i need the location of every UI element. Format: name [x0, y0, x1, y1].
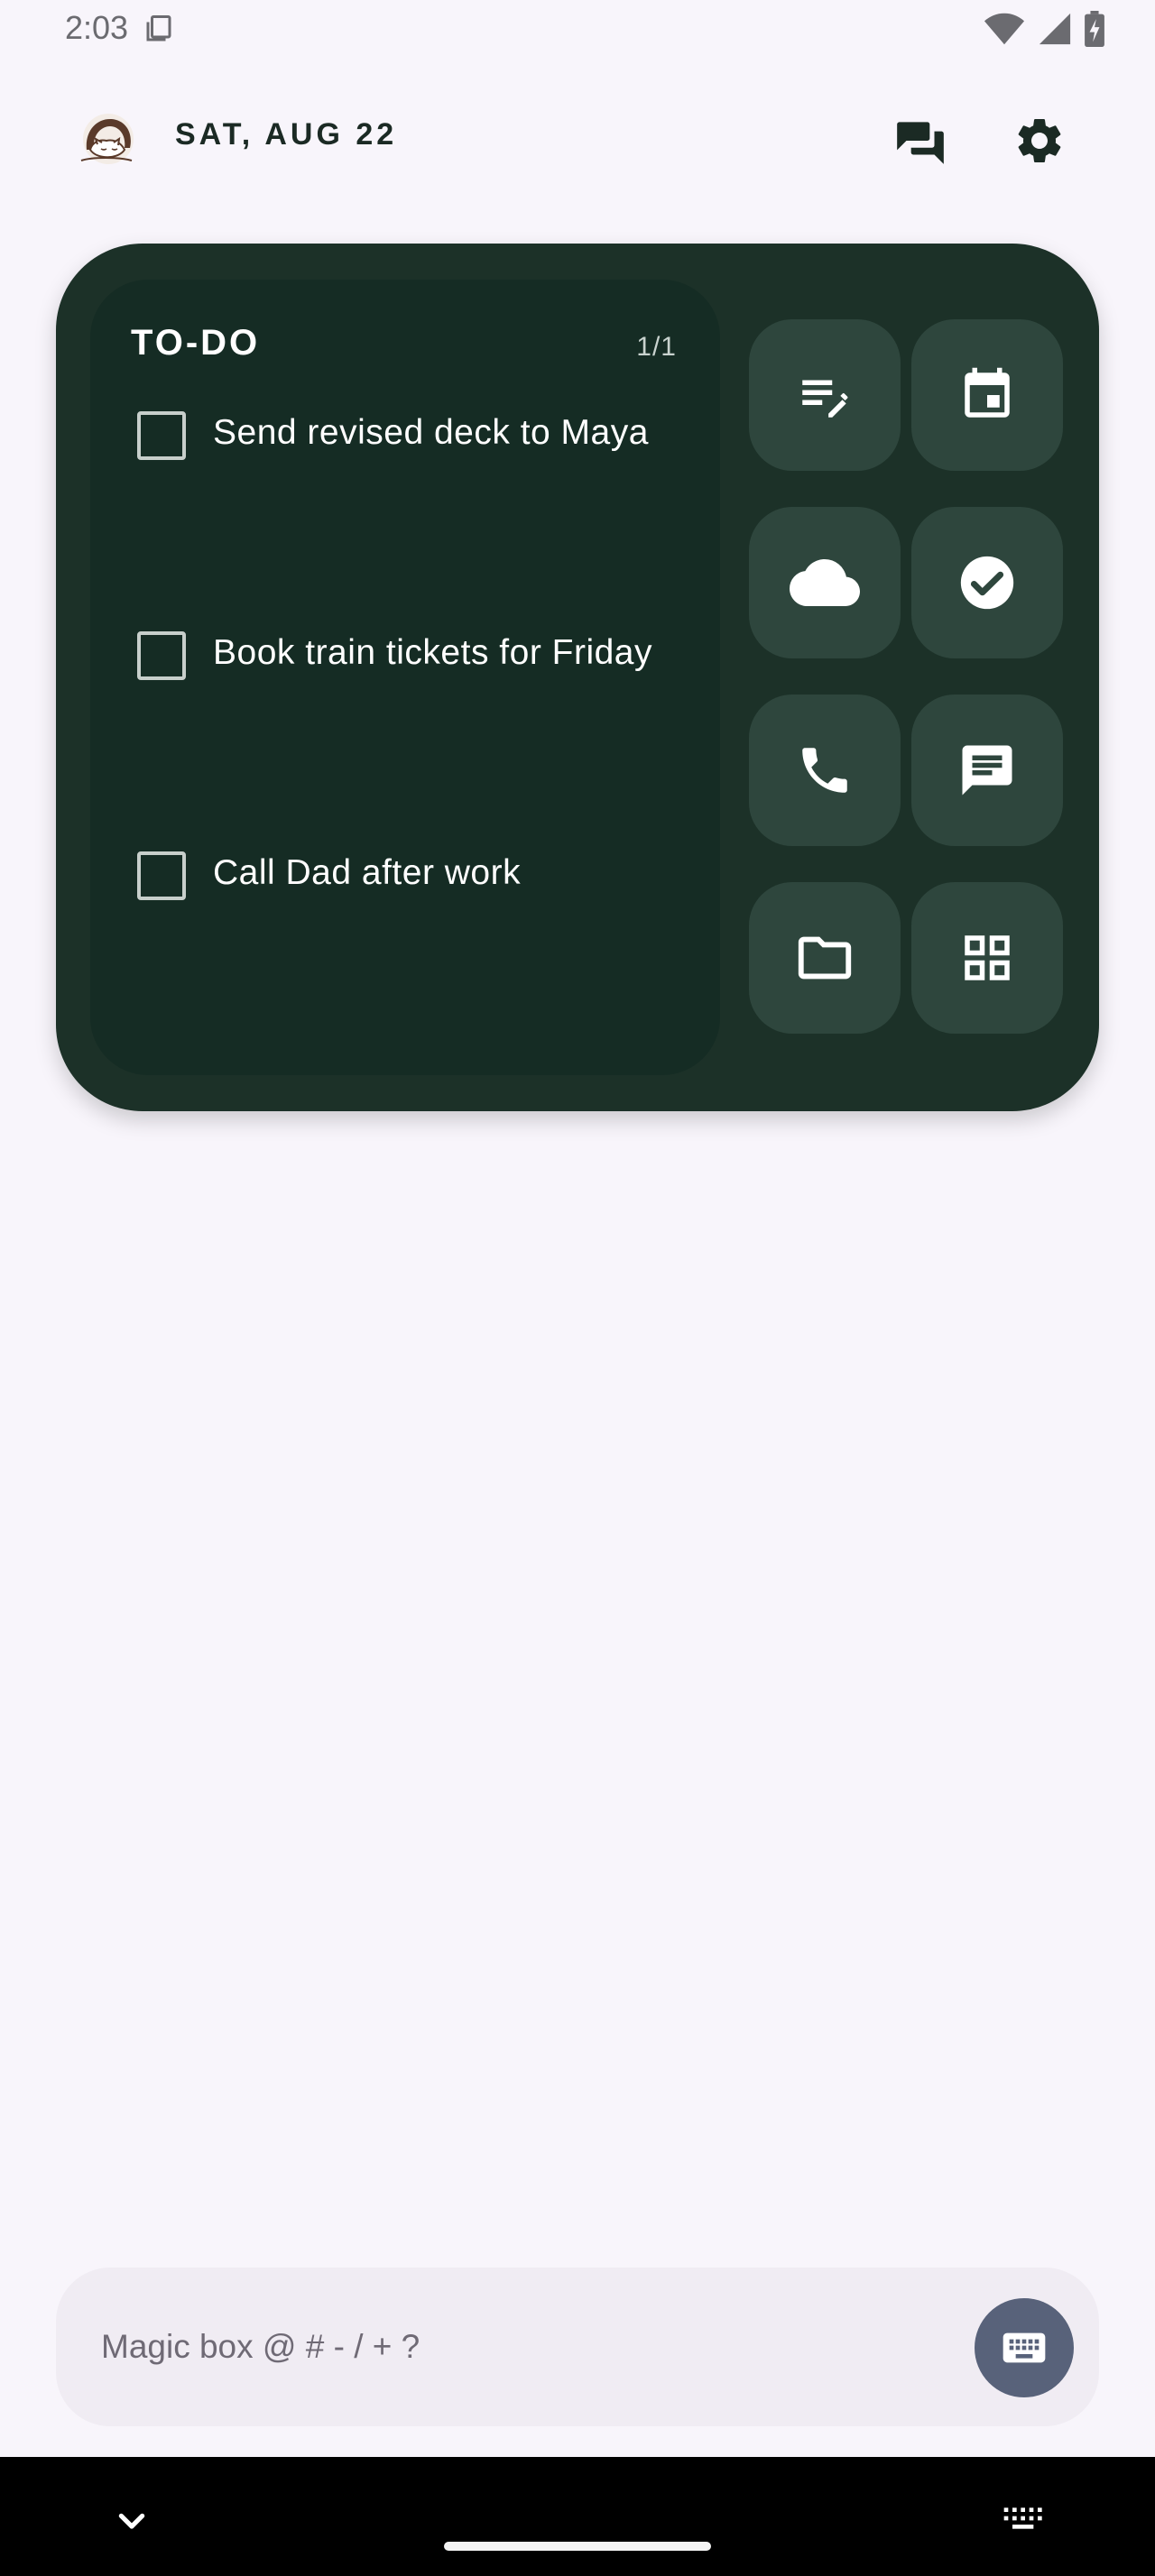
cat-avatar-icon[interactable] [74, 108, 139, 173]
home-handle[interactable] [444, 2542, 711, 2551]
todo-title: TO-DO [131, 323, 261, 363]
messages-shortcut[interactable] [911, 695, 1063, 846]
chevron-down-icon[interactable] [106, 2495, 157, 2545]
keyboard-switch-icon[interactable] [1000, 2493, 1050, 2544]
magic-box-input[interactable] [101, 2316, 913, 2378]
calendar-shortcut[interactable] [911, 319, 1063, 471]
chat-bubbles-icon [897, 122, 944, 164]
todo-panel[interactable]: TO-DO 1/1 Send revised deck to Maya Book… [90, 280, 720, 1075]
home-widget: TO-DO 1/1 Send revised deck to Maya Book… [56, 244, 1099, 1111]
todo-item-text: Call Dad after work [213, 853, 522, 892]
todo-item-text: Book train tickets for Friday [213, 633, 652, 672]
message-icon [962, 745, 1012, 796]
todo-item[interactable]: Send revised deck to Maya [137, 411, 697, 460]
status-time: 2:03 [65, 9, 129, 46]
todo-checkbox[interactable] [137, 411, 186, 460]
apps-shortcut[interactable] [911, 882, 1063, 1034]
keyboard-icon [1003, 2332, 1046, 2363]
apps-grid-icon [965, 935, 1010, 980]
weather-shortcut[interactable] [749, 507, 901, 658]
status-icons [984, 11, 1104, 47]
wifi-icon [984, 13, 1025, 45]
calendar-icon [965, 367, 1010, 418]
date-label[interactable]: SAT, AUG 22 [175, 117, 397, 152]
check-circle-icon [960, 556, 1014, 610]
header: SAT, AUG 22 [0, 99, 1155, 180]
folder-icon [798, 936, 852, 980]
navigation-bar [0, 2457, 1155, 2576]
phone-icon [802, 748, 847, 793]
settings-button[interactable] [1007, 108, 1072, 173]
phone-shortcut[interactable] [749, 695, 901, 846]
status-bar: 2:03 [0, 0, 1155, 58]
todo-item-text: Send revised deck to Maya [213, 413, 649, 452]
notes-icon [802, 380, 848, 418]
notes-shortcut[interactable] [749, 319, 901, 471]
todo-page-indicator: 1/1 [636, 332, 677, 362]
todo-checkbox[interactable] [137, 851, 186, 900]
signal-icon [1039, 13, 1071, 45]
launcher-home-screen: 2:03 SAT, AUG 22 TO-DO 1/1 Send revised … [0, 0, 1155, 2576]
todo-item[interactable]: Call Dad after work [137, 851, 697, 900]
chat-button[interactable] [888, 108, 953, 173]
gear-icon [1018, 118, 1061, 162]
magic-box [56, 2268, 1099, 2426]
cloud-icon [790, 559, 860, 606]
files-shortcut[interactable] [749, 882, 901, 1034]
keyboard-button[interactable] [975, 2298, 1074, 2397]
battery-charging-icon [1085, 11, 1104, 47]
tasks-shortcut[interactable] [911, 507, 1063, 658]
copy-icon [146, 15, 171, 41]
todo-item[interactable]: Book train tickets for Friday [137, 631, 697, 680]
todo-checkbox[interactable] [137, 631, 186, 680]
